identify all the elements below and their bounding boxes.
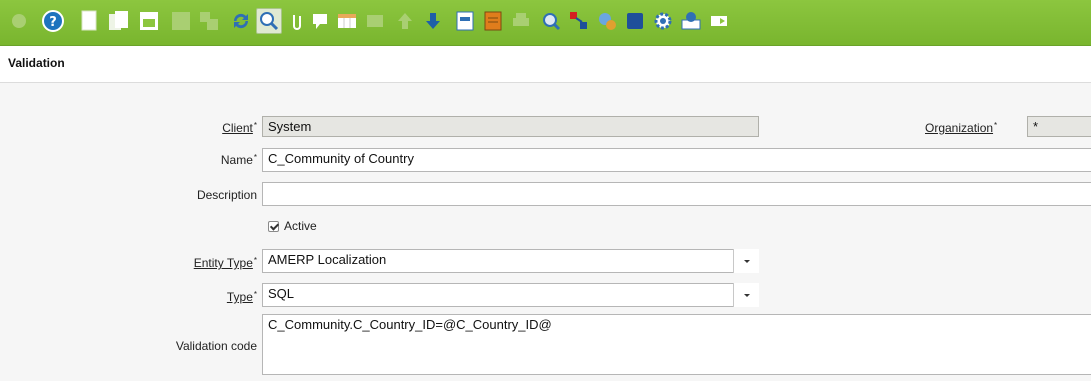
- delete-record-icon[interactable]: [136, 8, 162, 34]
- save-icon[interactable]: [168, 8, 194, 34]
- history-icon[interactable]: [362, 8, 388, 34]
- active-label: Active: [284, 219, 317, 233]
- entity-type-value: AMERP Localization: [268, 252, 387, 267]
- client-field[interactable]: System: [262, 116, 759, 137]
- save-disabled-icon[interactable]: [196, 8, 222, 34]
- workflow-icon[interactable]: [566, 8, 592, 34]
- copy-record-icon[interactable]: [106, 8, 132, 34]
- active-checkbox[interactable]: [268, 221, 279, 232]
- exit-icon[interactable]: [706, 8, 732, 34]
- chevron-down-icon: [743, 294, 750, 297]
- name-field[interactable]: C_Community of Country: [262, 148, 1091, 172]
- entity-type-dropdown-button[interactable]: [733, 249, 759, 273]
- help-icon[interactable]: ?: [40, 8, 66, 34]
- svg-text:?: ?: [49, 15, 57, 30]
- validation-code-textarea[interactable]: C_Community.C_Country_ID=@C_Country_ID@: [262, 314, 1091, 375]
- process-icon[interactable]: [594, 8, 620, 34]
- grid-toggle-icon[interactable]: [334, 8, 360, 34]
- archive-icon[interactable]: [480, 8, 506, 34]
- type-value: SQL: [268, 286, 295, 301]
- type-label[interactable]: Type*: [227, 290, 257, 304]
- settings-icon[interactable]: [650, 8, 676, 34]
- chevron-down-icon: [743, 260, 750, 263]
- zoom-across-icon[interactable]: [538, 8, 564, 34]
- next-record-icon[interactable]: [420, 8, 446, 34]
- product-info-icon[interactable]: [622, 8, 648, 34]
- export-icon[interactable]: [678, 8, 704, 34]
- description-field[interactable]: [262, 182, 1091, 206]
- validation-code-label: Validation code: [175, 339, 257, 353]
- description-label: Description: [196, 188, 257, 202]
- organization-field[interactable]: *: [1027, 116, 1091, 137]
- toolbar: ?: [0, 0, 1091, 46]
- type-select[interactable]: SQL: [262, 283, 759, 307]
- organization-label[interactable]: Organization*: [925, 121, 997, 135]
- client-label[interactable]: Client*: [222, 121, 257, 135]
- previous-record-icon[interactable]: [392, 8, 418, 34]
- entity-type-label[interactable]: Entity Type*: [194, 256, 257, 270]
- attachment-icon[interactable]: [284, 8, 310, 34]
- find-icon[interactable]: [256, 8, 282, 34]
- name-label: Name*: [220, 153, 257, 167]
- entity-type-select[interactable]: AMERP Localization: [262, 249, 759, 273]
- ignore-icon[interactable]: [6, 8, 32, 34]
- print-icon[interactable]: [508, 8, 534, 34]
- report-icon[interactable]: [452, 8, 478, 34]
- chat-icon[interactable]: [308, 8, 334, 34]
- type-dropdown-button[interactable]: [733, 283, 759, 307]
- refresh-icon[interactable]: [228, 8, 254, 34]
- new-record-icon[interactable]: [76, 8, 102, 34]
- page-title: Validation: [8, 56, 65, 70]
